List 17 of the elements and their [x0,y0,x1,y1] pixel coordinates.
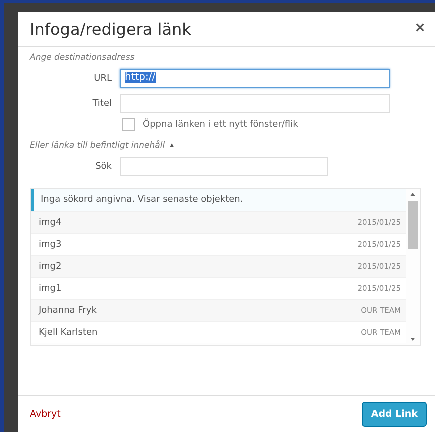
checkbox-label: Öppna länken i ett nytt fönster/flik [143,120,298,130]
dialog-title: Infoga/redigera länk [30,20,192,38]
scrollbar-thumb[interactable] [408,201,418,249]
notice-message: Inga sökord angivna. Visar senaste objekten. [31,189,406,211]
scroll-up-icon[interactable] [410,192,416,197]
field-label: Titel [92,98,113,108]
cancel-link[interactable]: Avbryt [30,408,61,420]
checkbox[interactable] [122,118,135,131]
title-field[interactable] [120,94,390,113]
section-heading: Eller länka till befintligt innehåll [30,141,166,151]
field-label: Sök [94,162,113,172]
close-button[interactable]: × [414,20,427,38]
search-field[interactable] [120,157,328,176]
field-label: URL [93,74,113,84]
scroll-down-icon[interactable] [410,337,416,342]
url-field[interactable]: http:// [120,69,390,88]
section-heading: Ange destinationsadress [30,53,136,63]
